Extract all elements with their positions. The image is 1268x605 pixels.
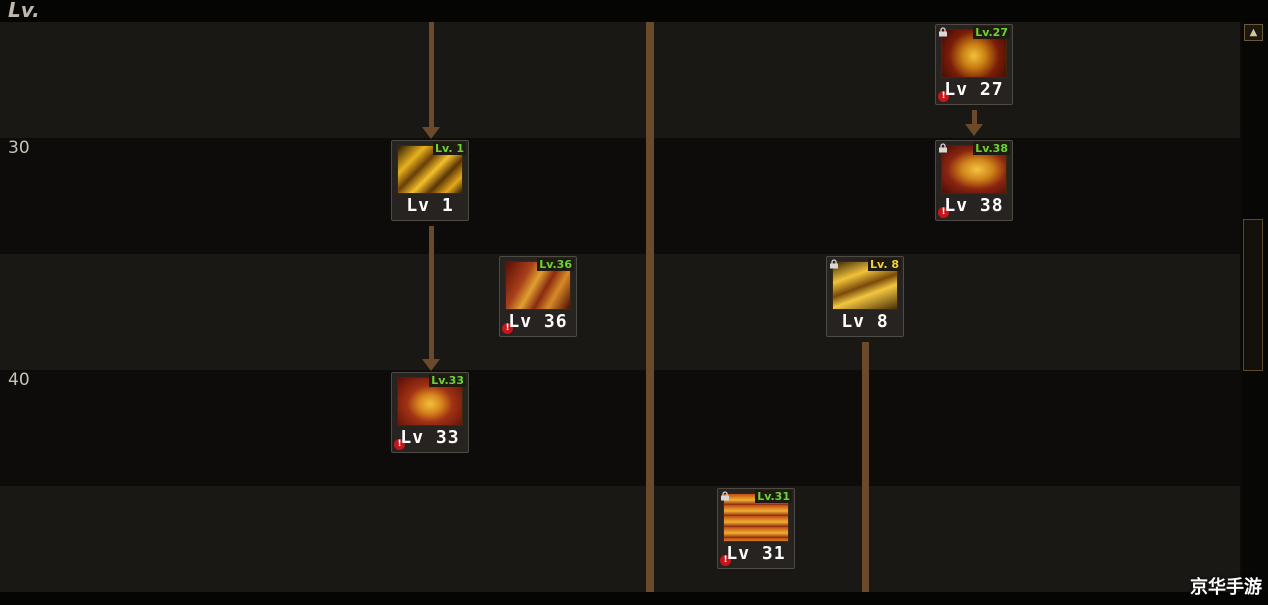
tier-band <box>0 138 1240 254</box>
lock-icon <box>830 259 838 269</box>
level-badge: Lv.38 <box>973 142 1010 155</box>
connector-line <box>429 22 434 128</box>
skill-node-lv33[interactable]: Lv.33 ! Lv 33 <box>391 372 469 453</box>
connector-arrow <box>422 127 440 139</box>
tier-band <box>0 22 1240 138</box>
skill-node-lv8[interactable]: Lv. 8 Lv 8 <box>826 256 904 337</box>
tier-band <box>0 370 1240 486</box>
skill-node-lv36[interactable]: Lv.36 ! Lv 36 <box>499 256 577 337</box>
connector-line <box>646 22 654 592</box>
skill-node-lv31[interactable]: Lv.31 ! Lv 31 <box>717 488 795 569</box>
skill-level-label: Lv 8 <box>841 311 889 332</box>
skill-level-label: Lv 27 <box>944 79 1004 100</box>
connector-line <box>862 342 869 592</box>
connector-line <box>429 226 434 360</box>
skill-level-label: Lv 1 <box>406 195 454 216</box>
chevron-up-icon[interactable]: ▲ <box>1244 24 1263 41</box>
connector-arrow <box>965 124 983 136</box>
lock-icon <box>939 27 947 37</box>
watermark: 京华手游 <box>1190 577 1262 598</box>
skill-node-lv38[interactable]: Lv.38 ! Lv 38 <box>935 140 1013 221</box>
connector-arrow <box>422 359 440 371</box>
lock-icon <box>939 143 947 153</box>
vertical-scrollbar[interactable]: ▲ <box>1242 22 1268 592</box>
skill-node-lv27[interactable]: Lv.27 ! Lv 27 <box>935 24 1013 105</box>
skill-level-label: Lv 36 <box>508 311 568 332</box>
bottom-bar <box>0 592 1268 605</box>
level-badge: Lv. 1 <box>433 142 466 155</box>
skill-level-label: Lv 38 <box>944 195 1004 216</box>
row-level-30: 30 <box>8 138 30 158</box>
skill-level-label: Lv 31 <box>726 543 786 564</box>
level-badge: Lv.36 <box>537 258 574 271</box>
level-badge: Lv. 8 <box>868 258 901 271</box>
level-column-header: Lv. <box>8 0 40 22</box>
skill-level-label: Lv 33 <box>400 427 460 448</box>
skill-node-lv1[interactable]: Lv. 1 Lv 1 <box>391 140 469 221</box>
tier-band <box>0 254 1240 370</box>
level-badge: Lv.31 <box>755 490 792 503</box>
top-bar <box>0 0 1268 22</box>
scroll-thumb[interactable] <box>1243 219 1263 371</box>
tier-band <box>0 486 1240 592</box>
lock-icon <box>721 491 729 501</box>
row-level-40: 40 <box>8 370 30 390</box>
level-badge: Lv.27 <box>973 26 1010 39</box>
level-badge: Lv.33 <box>429 374 466 387</box>
